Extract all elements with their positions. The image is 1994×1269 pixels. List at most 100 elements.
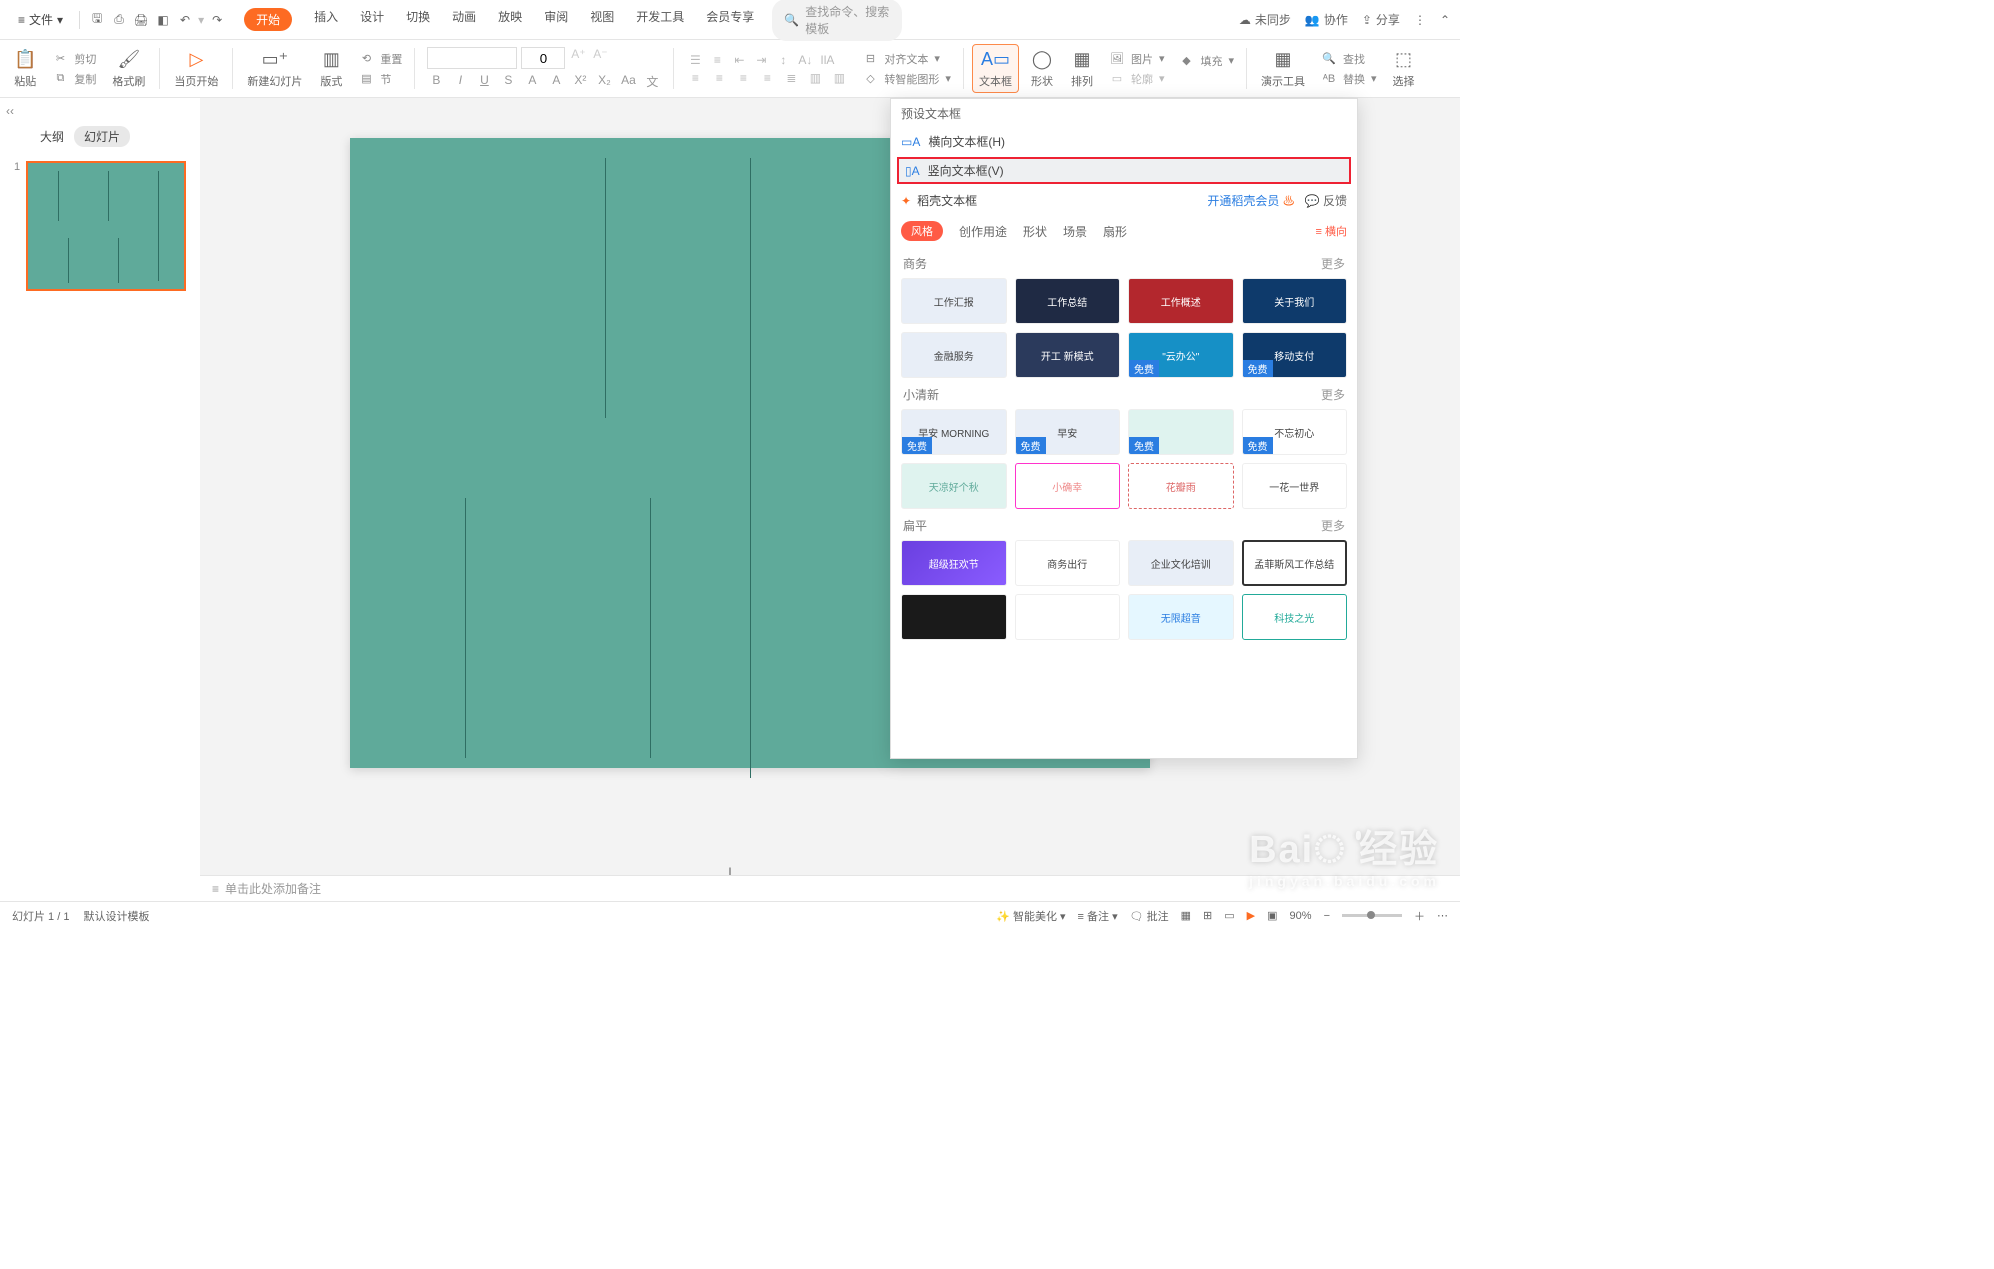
format-painter-button[interactable]: 🖌 格式刷: [106, 44, 151, 93]
select-button[interactable]: ⬚ 选择: [1387, 44, 1421, 93]
start-from-current-button[interactable]: ▷ 当页开始: [168, 44, 224, 93]
collapse-panel-icon[interactable]: ‹‹: [0, 98, 20, 118]
text-direction2-icon[interactable]: IlA: [818, 53, 836, 67]
increase-font-icon[interactable]: A⁺: [569, 47, 587, 69]
filter-shape[interactable]: 形状: [1023, 223, 1047, 240]
line-spacing-icon[interactable]: ↕: [774, 53, 792, 67]
print-icon[interactable]: 🖨: [132, 11, 150, 29]
strike-icon[interactable]: S: [499, 73, 517, 90]
picture-button[interactable]: 🖼图片▾: [1109, 51, 1165, 67]
view-normal-icon[interactable]: ▦: [1181, 909, 1191, 922]
layout-button[interactable]: ▥ 版式: [314, 44, 348, 93]
tab-design[interactable]: 设计: [360, 8, 384, 31]
zoom-value[interactable]: 90%: [1290, 910, 1312, 922]
font-size-input[interactable]: [521, 47, 565, 69]
align-right-icon[interactable]: ≡: [734, 71, 752, 85]
reset-button[interactable]: ⟲重置: [358, 51, 402, 67]
template-card[interactable]: 一花一世界: [1242, 463, 1348, 509]
template-card[interactable]: 移动支付免费: [1242, 332, 1348, 378]
template-card[interactable]: 不忘初心免费: [1242, 409, 1348, 455]
view-slideshow-icon[interactable]: ▶: [1247, 909, 1255, 922]
template-card[interactable]: 无限超音: [1128, 594, 1234, 640]
tab-slideshow[interactable]: 放映: [498, 8, 522, 31]
notes-button[interactable]: ≡ 备注 ▾: [1078, 908, 1118, 924]
numbering-icon[interactable]: ≡: [708, 53, 726, 67]
convert-smart-button[interactable]: ◇转智能图形▾: [862, 71, 951, 87]
text-direction-icon[interactable]: A↓: [796, 53, 814, 67]
align-text-button[interactable]: ⊟对齐文本▾: [862, 51, 951, 67]
view-reading-icon[interactable]: ▭: [1224, 909, 1234, 922]
more-icon[interactable]: ⋮: [1414, 13, 1426, 27]
replace-button[interactable]: ᴬB替换▾: [1321, 71, 1377, 87]
indent-right-icon[interactable]: ⇥: [752, 53, 770, 67]
template-card[interactable]: 金融服务: [901, 332, 1007, 378]
undo-icon[interactable]: ↶: [176, 11, 194, 29]
template-card[interactable]: 工作汇报: [901, 278, 1007, 324]
new-slide-button[interactable]: ▭⁺ 新建幻灯片: [241, 44, 308, 93]
template-card[interactable]: [1015, 594, 1121, 640]
italic-icon[interactable]: I: [451, 73, 469, 90]
template-card[interactable]: 花瓣雨: [1128, 463, 1234, 509]
section-button[interactable]: ▤节: [358, 71, 402, 87]
template-card[interactable]: 商务出行: [1015, 540, 1121, 586]
arrange-button[interactable]: ▦ 排列: [1065, 44, 1099, 93]
print-preview-icon[interactable]: ⎙: [110, 11, 128, 29]
beautify-button[interactable]: ✨ 智能美化 ▾: [996, 908, 1065, 924]
tab-animation[interactable]: 动画: [452, 8, 476, 31]
underline-icon[interactable]: U: [475, 73, 493, 90]
open-member-link[interactable]: 开通稻壳会员 ♨: [1207, 192, 1294, 209]
filter-style[interactable]: 风格: [901, 221, 943, 241]
collapse-ribbon-icon[interactable]: ⌃: [1440, 13, 1450, 27]
filter-scene[interactable]: 场景: [1063, 223, 1087, 240]
sync-status[interactable]: ☁未同步: [1239, 11, 1291, 28]
template-card[interactable]: 早安免费: [1015, 409, 1121, 455]
copy-button[interactable]: ⧉复制: [52, 71, 96, 87]
zoom-out-icon[interactable]: −: [1324, 910, 1330, 922]
tab-outline[interactable]: 大纲: [40, 128, 64, 145]
file-menu[interactable]: ≡ 文件 ▾: [10, 7, 71, 32]
template-card[interactable]: 早安 MORNING免费: [901, 409, 1007, 455]
font-color-icon[interactable]: A: [523, 73, 541, 90]
textbox-button[interactable]: A▭ 文本框: [972, 44, 1019, 93]
template-card[interactable]: 工作总结: [1015, 278, 1121, 324]
undo-split-icon[interactable]: ◧: [154, 11, 172, 29]
highlight-icon[interactable]: A: [547, 73, 565, 90]
template-card[interactable]: 企业文化培训: [1128, 540, 1234, 586]
chevron-down-icon[interactable]: ▾: [198, 13, 204, 27]
template-card[interactable]: 开工 新模式: [1015, 332, 1121, 378]
feedback-button[interactable]: 💬 反馈: [1305, 192, 1347, 209]
align-left-icon[interactable]: ≡: [686, 71, 704, 85]
cut-button[interactable]: ✂剪切: [52, 51, 96, 67]
template-card[interactable]: 超级狂欢节: [901, 540, 1007, 586]
template-card[interactable]: 科技之光: [1242, 594, 1348, 640]
bold-icon[interactable]: B: [427, 73, 445, 90]
template-card[interactable]: [901, 594, 1007, 640]
tab-membership[interactable]: 会员专享: [706, 8, 754, 31]
command-search[interactable]: 🔍 查找命令、搜索模板: [772, 0, 902, 41]
save-icon[interactable]: 🖫: [88, 11, 106, 29]
template-card[interactable]: 免费: [1128, 409, 1234, 455]
paste-button[interactable]: 📋 粘贴: [8, 44, 42, 93]
tab-review[interactable]: 审阅: [544, 8, 568, 31]
more-link[interactable]: 更多: [1321, 255, 1345, 272]
tab-start[interactable]: 开始: [244, 8, 292, 31]
collab-button[interactable]: 👥协作: [1305, 11, 1348, 28]
zoom-slider[interactable]: [1342, 914, 1402, 917]
tab-transition[interactable]: 切换: [406, 8, 430, 31]
zoom-in-icon[interactable]: ＋: [1414, 908, 1425, 924]
distribute-icon[interactable]: ≣: [782, 71, 800, 85]
template-card[interactable]: 天凉好个秋: [901, 463, 1007, 509]
comment-button[interactable]: 🗨 批注: [1130, 908, 1169, 924]
decrease-font-icon[interactable]: A⁻: [591, 47, 609, 69]
bullets-icon[interactable]: ☰: [686, 53, 704, 67]
template-card[interactable]: 关于我们: [1242, 278, 1348, 324]
find-button[interactable]: 🔍查找: [1321, 51, 1377, 67]
more-link[interactable]: 更多: [1321, 517, 1345, 534]
vertical-textbox-option[interactable]: ▯A 竖向文本框(V): [897, 157, 1351, 184]
view-sorter-icon[interactable]: ⊞: [1203, 909, 1212, 922]
notes-bar[interactable]: ≡ 单击此处添加备注: [200, 875, 1460, 901]
columns-icon[interactable]: ▥: [806, 71, 824, 85]
more-link[interactable]: 更多: [1321, 386, 1345, 403]
template-card[interactable]: 小确幸: [1015, 463, 1121, 509]
align-center-icon[interactable]: ≡: [710, 71, 728, 85]
